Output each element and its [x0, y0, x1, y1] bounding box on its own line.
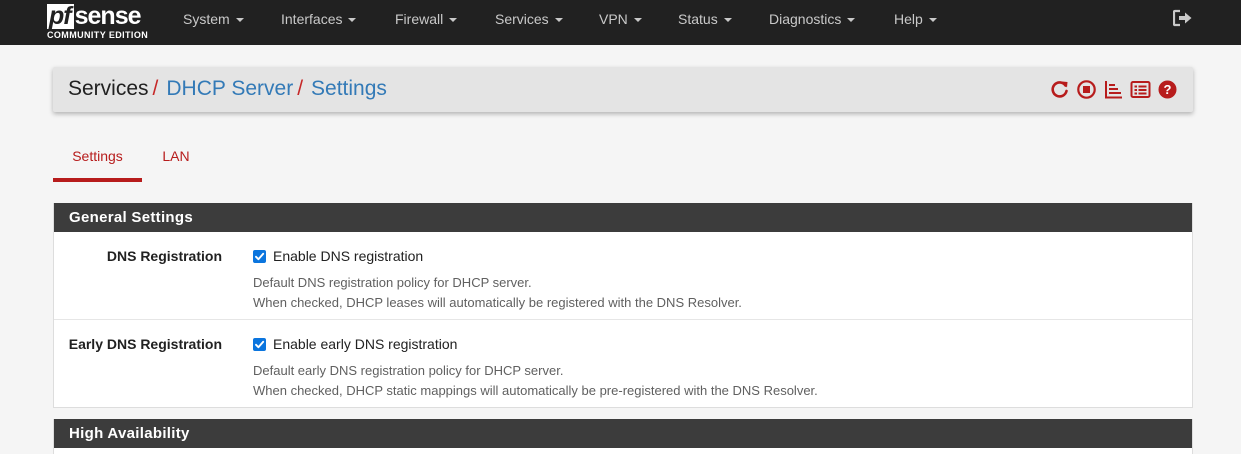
help-line: Default early DNS registration policy fo…: [253, 363, 564, 378]
help-line: When checked, DHCP leases will automatic…: [253, 295, 742, 310]
early-dns-registration-checkbox-line[interactable]: Enable early DNS registration: [253, 336, 818, 352]
list-icon[interactable]: [1130, 79, 1151, 100]
chevron-down-icon: [928, 17, 937, 22]
svg-text:?: ?: [1164, 82, 1172, 97]
row-label: Early DNS Registration: [68, 336, 222, 352]
breadcrumb-settings[interactable]: Settings: [311, 77, 387, 100]
nav-label: Status: [678, 10, 718, 27]
logout-icon[interactable]: [1172, 9, 1193, 27]
top-navbar: pf sense COMMUNITY EDITION System Interfa…: [0, 0, 1241, 45]
chevron-down-icon: [847, 17, 856, 22]
checkmark-icon: [255, 340, 265, 348]
breadcrumb-separator: /: [152, 77, 159, 100]
panel-title: High Availability: [54, 419, 1192, 448]
early-dns-registration-checkbox[interactable]: [253, 337, 266, 351]
chevron-down-icon: [449, 17, 458, 22]
chevron-down-icon: [235, 17, 244, 22]
nav-label: VPN: [599, 10, 628, 27]
nav-help[interactable]: Help: [894, 0, 937, 37]
dns-registration-checkbox[interactable]: [253, 249, 266, 263]
breadcrumb-bar: Services / DHCP Server / Settings ?: [53, 67, 1193, 112]
panel-title: General Settings: [54, 203, 1192, 232]
help-line: Default DNS registration policy for DHCP…: [253, 275, 532, 290]
general-settings-panel: General Settings DNS Registration Enable…: [53, 203, 1193, 408]
logo-sense: sense: [74, 2, 142, 30]
help-line: When checked, DHCP static mappings will …: [253, 383, 818, 398]
nav-label: Help: [894, 10, 923, 27]
nav-diagnostics[interactable]: Diagnostics: [769, 0, 856, 37]
chevron-down-icon: [554, 17, 563, 22]
chevron-down-icon: [348, 17, 357, 22]
logs-icon[interactable]: [1103, 79, 1124, 100]
chevron-down-icon: [633, 17, 642, 22]
tab-lan[interactable]: LAN: [150, 140, 202, 182]
breadcrumb-services: Services: [68, 77, 149, 100]
help-text: Default DNS registration policy for DHCP…: [253, 273, 742, 313]
nav-status[interactable]: Status: [678, 0, 732, 37]
breadcrumb: Services / DHCP Server / Settings: [68, 77, 387, 101]
row-label: DNS Registration: [106, 248, 222, 264]
help-icon[interactable]: ?: [1157, 79, 1178, 100]
nav-label: Services: [495, 10, 549, 27]
service-actions: ?: [1049, 79, 1178, 100]
row-body: Enable early DNS registration Default ea…: [253, 336, 818, 401]
checkmark-icon: [255, 252, 265, 260]
dns-registration-checkbox-line[interactable]: Enable DNS registration: [253, 248, 742, 264]
nav-label: Interfaces: [281, 10, 343, 27]
nav-interfaces[interactable]: Interfaces: [281, 0, 357, 37]
nav-label: Diagnostics: [769, 10, 842, 27]
restart-icon[interactable]: [1049, 79, 1070, 100]
dns-registration-row: DNS Registration Enable DNS registration…: [54, 232, 1192, 320]
nav-vpn[interactable]: VPN: [599, 0, 642, 37]
nav-label: System: [183, 10, 230, 27]
nav-system[interactable]: System: [183, 0, 244, 37]
stop-icon[interactable]: [1076, 79, 1097, 100]
chevron-down-icon: [723, 17, 732, 22]
checkbox-label: Enable early DNS registration: [273, 336, 458, 352]
checkbox-label: Enable DNS registration: [273, 248, 424, 264]
pfsense-logo[interactable]: pf sense COMMUNITY EDITION: [47, 2, 157, 42]
high-availability-panel: High Availability: [53, 419, 1193, 454]
logo-wordmark: pf sense: [47, 2, 141, 29]
breadcrumb-separator: /: [297, 77, 304, 100]
row-body: Enable DNS registration Default DNS regi…: [253, 248, 742, 313]
nav-firewall[interactable]: Firewall: [395, 0, 458, 37]
logo-edition: COMMUNITY EDITION: [47, 30, 149, 40]
help-text: Default early DNS registration policy fo…: [253, 361, 818, 401]
nav-label: Firewall: [395, 10, 444, 27]
early-dns-registration-row: Early DNS Registration Enable early DNS …: [54, 320, 1192, 408]
breadcrumb-dhcp-server[interactable]: DHCP Server: [166, 77, 293, 100]
tab-settings[interactable]: Settings: [53, 140, 142, 182]
nav-services[interactable]: Services: [495, 0, 563, 37]
logo-pf: pf: [47, 4, 74, 29]
